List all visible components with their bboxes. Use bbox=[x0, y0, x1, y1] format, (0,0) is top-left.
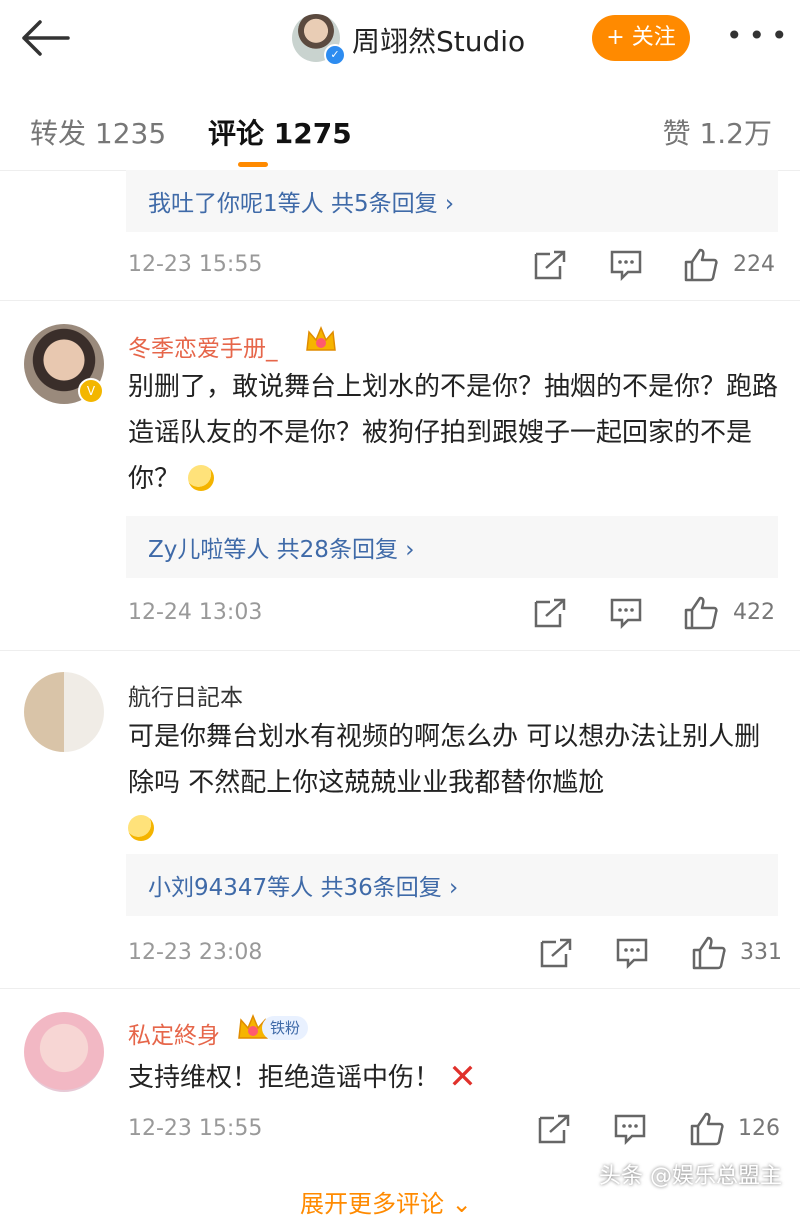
comment-text: 可是你舞台划水有视频的啊怎么办 可以想办法让别人删除吗 不然配上你这兢兢业业我都… bbox=[128, 714, 778, 852]
comment-text: 支持维权！拒绝造谣中伤！ ✕ bbox=[128, 1054, 778, 1101]
comment-time: 12-23 15:55 bbox=[128, 1116, 263, 1141]
active-tab-indicator bbox=[238, 162, 268, 167]
thumbs-up-icon[interactable] bbox=[688, 1110, 726, 1148]
share-icon[interactable] bbox=[536, 1112, 572, 1146]
like-count: 224 bbox=[733, 252, 775, 277]
divider bbox=[0, 650, 800, 651]
comment-icon[interactable] bbox=[612, 1112, 648, 1146]
watermark: 头条 @娱乐总盟主 bbox=[599, 1164, 782, 1189]
commenter-avatar[interactable] bbox=[24, 1012, 104, 1092]
red-x-icon: ✕ bbox=[448, 1057, 477, 1097]
share-icon[interactable] bbox=[532, 596, 568, 630]
tab-bar: 转发 1235 评论 1275 赞 1.2万 bbox=[0, 84, 800, 171]
back-arrow-icon[interactable] bbox=[18, 16, 74, 60]
commenter-username[interactable]: 航行日記本 bbox=[128, 678, 243, 712]
like-count: 331 bbox=[740, 940, 782, 965]
thumbs-up-icon[interactable] bbox=[682, 246, 720, 284]
comment-text: 别删了，敢说舞台上划水的不是你？抽烟的不是你？跑路造谣队友的不是你？被狗仔拍到跟… bbox=[128, 364, 778, 502]
share-icon[interactable] bbox=[532, 248, 568, 282]
reply-summary-box[interactable]: 小刘94347等人 共36条回复 › bbox=[126, 854, 778, 916]
share-icon[interactable] bbox=[538, 936, 574, 970]
like-count: 126 bbox=[738, 1116, 780, 1141]
comment-time: 12-24 13:03 bbox=[128, 600, 263, 625]
verified-badge-icon: V bbox=[78, 378, 104, 404]
comment-body: 可是你舞台划水有视频的啊怎么办 可以想办法让别人删除吗 不然配上你这兢兢业业我都… bbox=[128, 722, 761, 798]
account-name[interactable]: 周翊然Studio bbox=[352, 20, 525, 60]
comment-body: 别删了，敢说舞台上划水的不是你？抽烟的不是你？跑路造谣队友的不是你？被狗仔拍到跟… bbox=[128, 372, 779, 494]
reply-summary-box[interactable]: Zy儿啦等人 共28条回复 › bbox=[126, 516, 778, 578]
like-count: 422 bbox=[733, 600, 775, 625]
commenter-username[interactable]: 私定終身 bbox=[128, 1016, 220, 1050]
verified-badge-icon: ✓ bbox=[324, 44, 346, 66]
reply-summary-box[interactable]: 我吐了你呢1等人 共5条回复 › bbox=[126, 170, 778, 232]
comment-icon[interactable] bbox=[608, 596, 644, 630]
comment-time: 12-23 15:55 bbox=[128, 252, 263, 277]
divider bbox=[0, 988, 800, 989]
crying-emoji-icon bbox=[128, 815, 154, 841]
comment-time: 12-23 23:08 bbox=[128, 940, 263, 965]
tab-reposts[interactable]: 转发 1235 bbox=[30, 112, 166, 152]
tab-comments[interactable]: 评论 1275 bbox=[208, 112, 352, 152]
tab-likes[interactable]: 赞 1.2万 bbox=[663, 112, 772, 152]
divider bbox=[0, 300, 800, 301]
thinking-emoji-icon bbox=[188, 465, 215, 491]
comment-icon[interactable] bbox=[614, 936, 650, 970]
comment-meta-row: 12-23 15:55 126 bbox=[0, 1108, 800, 1152]
reply-summary-text[interactable]: 我吐了你呢1等人 共5条回复 › bbox=[148, 184, 454, 218]
thumbs-up-icon[interactable] bbox=[690, 934, 728, 972]
commenter-username[interactable]: 冬季恋爱手册_ bbox=[128, 329, 278, 363]
commenter-avatar[interactable] bbox=[24, 672, 104, 752]
top-bar: ✓ 周翊然Studio + 关注 ••• bbox=[0, 0, 800, 80]
fan-level-badge: 铁粉 bbox=[262, 1016, 308, 1040]
comment-icon[interactable] bbox=[608, 248, 644, 282]
thumbs-up-icon[interactable] bbox=[682, 594, 720, 632]
comment-meta-row: 12-23 23:08 331 bbox=[0, 932, 800, 976]
more-options-icon[interactable]: ••• bbox=[726, 16, 788, 60]
follow-button[interactable]: + 关注 bbox=[592, 15, 690, 61]
reply-summary-text[interactable]: Zy儿啦等人 共28条回复 › bbox=[148, 530, 414, 564]
reply-summary-text[interactable]: 小刘94347等人 共36条回复 › bbox=[148, 868, 458, 902]
comment-body: 支持维权！拒绝造谣中伤！ bbox=[128, 1063, 441, 1093]
comment-meta-row: 12-23 15:55 224 bbox=[0, 244, 800, 288]
crown-icon bbox=[306, 326, 336, 351]
comment-meta-row: 12-24 13:03 422 bbox=[0, 592, 800, 636]
